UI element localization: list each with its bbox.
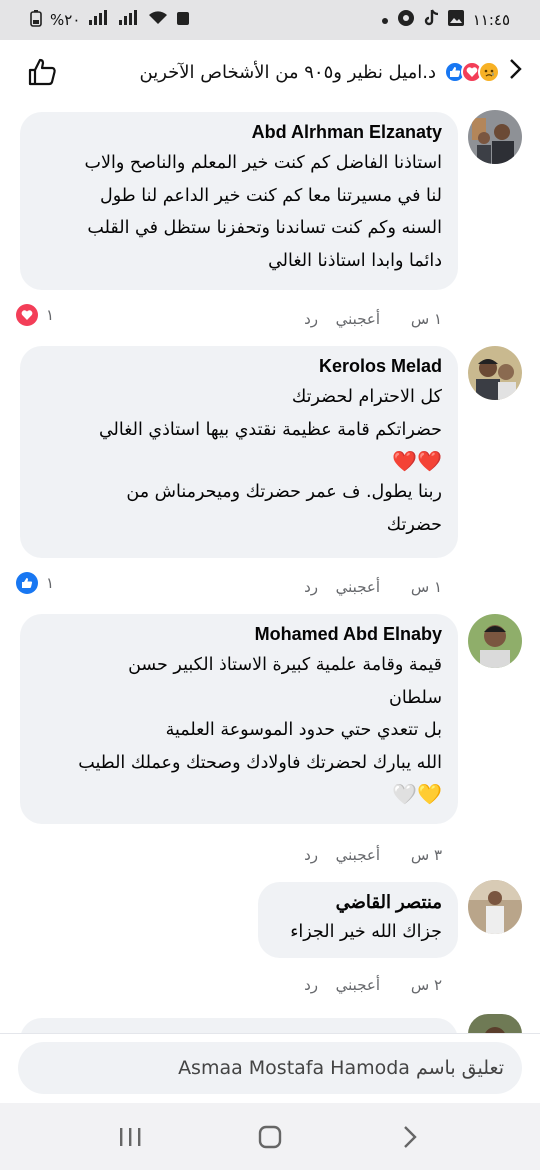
status-left: %٢٠ xyxy=(30,9,190,31)
comment-time: ١ س xyxy=(410,310,442,328)
reactors-text: د.اميل نظير و٩٠٥ من الأشخاص الآخرين xyxy=(139,61,437,83)
tiktok-icon xyxy=(423,9,439,31)
ball-icon xyxy=(397,9,415,31)
comment-time: ٣ س xyxy=(410,846,442,864)
comment-actions: ١ س أعجبني رد xyxy=(278,310,442,328)
like-button[interactable]: أعجبني xyxy=(318,846,380,864)
comment-text: استاذنا الفاضل كم كنت خير المعلم والناصح… xyxy=(84,153,442,271)
comment-input[interactable] xyxy=(18,1042,522,1094)
comment-author[interactable]: Kerolos Melad xyxy=(36,356,442,377)
comment-actions: ١ س أعجبني رد xyxy=(278,578,442,596)
reply-button[interactable]: رد xyxy=(278,578,318,596)
comment-text: قيمة وقامة علمية كبيرة الاستاذ الكبير حس… xyxy=(78,655,442,773)
comments-sheet: د.اميل نظير و٩٠٥ من الأشخاص الآخرين Abd … xyxy=(0,40,540,1103)
dot-icon xyxy=(381,11,389,29)
battery-percent: %٢٠ xyxy=(50,11,81,29)
signal-icon xyxy=(88,10,110,30)
comment-author[interactable]: Mohamed Abd Elnaby xyxy=(36,624,442,645)
gallery-icon xyxy=(447,9,465,31)
reply-button[interactable]: رد xyxy=(278,310,318,328)
avatar[interactable] xyxy=(468,346,522,400)
status-right: ١١:٤٥ xyxy=(381,9,510,31)
reaction-stack xyxy=(444,61,500,83)
like-button[interactable]: أعجبني xyxy=(318,578,380,596)
comment-time: ٢ س xyxy=(410,976,442,994)
sad-reaction-icon xyxy=(478,61,500,83)
reaction-count: ١ xyxy=(46,574,55,592)
comment-reactions[interactable]: ١ xyxy=(16,304,54,326)
avatar[interactable] xyxy=(468,110,522,164)
like-outline-icon[interactable] xyxy=(24,54,60,90)
like-button[interactable]: أعجبني xyxy=(318,310,380,328)
system-nav-bar xyxy=(0,1103,540,1170)
chevron-right-icon[interactable] xyxy=(508,58,522,86)
status-bar: %٢٠ ١١:٤٥ xyxy=(0,0,540,40)
avatar[interactable] xyxy=(468,880,522,934)
like-reaction-icon xyxy=(16,572,38,594)
comment-bubble: منتصر القاضي جزاك الله خير الجزاء xyxy=(258,882,458,958)
reactions-header: د.اميل نظير و٩٠٥ من الأشخاص الآخرين xyxy=(0,40,540,104)
home-button[interactable] xyxy=(240,1112,300,1162)
comment-text: جزاك الله خير الجزاء xyxy=(290,922,442,942)
avatar[interactable] xyxy=(468,1014,522,1034)
reply-button[interactable]: رد xyxy=(278,846,318,864)
comment-bubble: Kerolos Melad كل الاحترام لحضرتك حضراتكم… xyxy=(20,346,458,558)
reactors-summary[interactable]: د.اميل نظير و٩٠٥ من الأشخاص الآخرين xyxy=(140,58,527,86)
comment-text: كل الاحترام لحضرتك حضراتكم قامة عظيمة نق… xyxy=(98,387,442,440)
comment-bubble: Mohamed Abd Elnaby قيمة وقامة علمية كبير… xyxy=(20,614,458,824)
wifi-icon xyxy=(148,10,168,30)
back-button[interactable] xyxy=(380,1112,440,1162)
status-time: ١١:٤٥ xyxy=(472,11,510,29)
comment-composer xyxy=(0,1033,540,1103)
love-reaction-icon xyxy=(16,304,38,326)
signal-icon-2 xyxy=(118,10,140,30)
hearts-emoji: ❤️❤️ xyxy=(392,449,442,473)
like-button[interactable]: أعجبني xyxy=(318,976,380,994)
comment-time: ١ س xyxy=(410,578,442,596)
comment-text-2: ربنا يطول. ف عمر حضرتك وميحرمناش من حضرت… xyxy=(126,482,442,535)
comment-actions: ٢ س أعجبني رد xyxy=(278,976,442,994)
app-notification-icon xyxy=(176,10,190,30)
avatar[interactable] xyxy=(468,614,522,668)
comment-bubble: Abd Alrhman Elzanaty استاذنا الفاضل كم ك… xyxy=(20,112,458,290)
reply-button[interactable]: رد xyxy=(278,976,318,994)
comment-author[interactable]: Abd Alrhman Elzanaty xyxy=(36,122,442,143)
comment-reactions[interactable]: ١ xyxy=(16,572,54,594)
hearts-emoji: 💛🤍 xyxy=(392,782,442,806)
battery-icon xyxy=(30,9,42,31)
comment-actions: ٣ س أعجبني رد xyxy=(278,846,442,864)
comment-author[interactable]: منتصر القاضي xyxy=(274,892,442,913)
recent-apps-button[interactable] xyxy=(100,1112,160,1162)
reaction-count: ١ xyxy=(46,306,55,324)
